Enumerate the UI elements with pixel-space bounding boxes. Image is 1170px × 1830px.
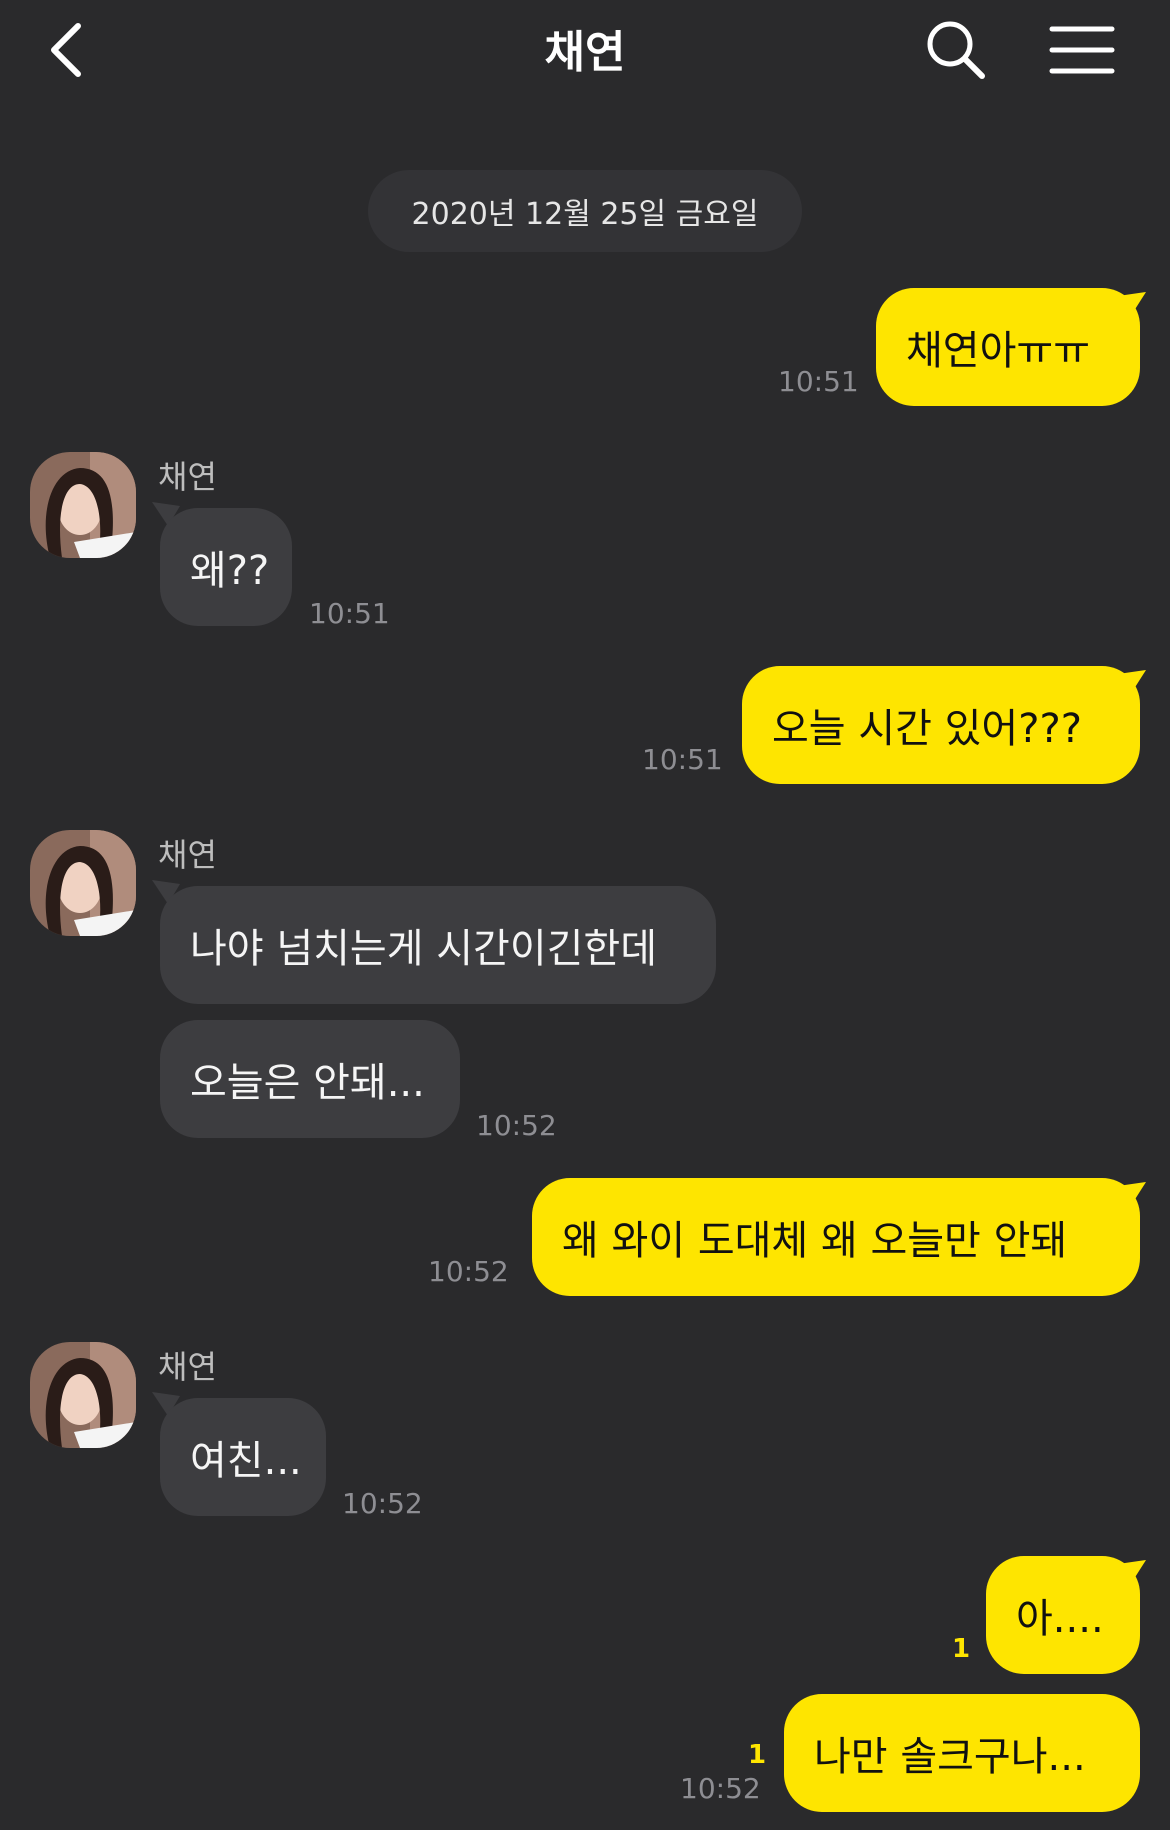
bubble-tail [1118, 1182, 1146, 1204]
hamburger-menu-icon [1049, 26, 1115, 74]
menu-button[interactable] [1048, 24, 1116, 76]
message-text: 오늘 시간 있어??? [772, 706, 1082, 752]
their-message-bubble[interactable]: 오늘은 안돼... [160, 1020, 460, 1138]
message-time: 10:51 [778, 365, 859, 398]
search-button[interactable] [924, 18, 988, 82]
sender-name: 채연 [158, 1348, 217, 1386]
my-message-bubble[interactable]: 아.... [986, 1556, 1140, 1674]
message-text: 채연아ㅠㅠ [906, 328, 1090, 374]
message-time: 10:52 [680, 1772, 761, 1805]
message-text: 왜?? [190, 548, 270, 594]
unread-count: 1 [748, 1740, 767, 1770]
my-message-bubble[interactable]: 채연아ㅠㅠ [876, 288, 1140, 406]
date-divider: 2020년 12월 25일 금요일 [368, 170, 802, 252]
message-time: 10:52 [428, 1255, 509, 1288]
their-message-bubble[interactable]: 왜?? [160, 508, 292, 626]
bubble-tail [1118, 1560, 1146, 1582]
message-time: 10:52 [476, 1109, 557, 1142]
chat-header: 채연 [0, 0, 1170, 110]
avatar[interactable] [30, 830, 136, 936]
avatar[interactable] [30, 1342, 136, 1448]
profile-photo-icon [30, 830, 136, 936]
message-text: 나야 넘치는게 시간이긴한데 [190, 926, 658, 972]
profile-photo-icon [30, 1342, 136, 1448]
message-time: 10:52 [342, 1487, 423, 1520]
message-text: 여친... [190, 1438, 302, 1484]
search-icon [927, 21, 985, 79]
my-message-bubble[interactable]: 왜 와이 도대체 왜 오늘만 안돼 [532, 1178, 1140, 1296]
message-text: 오늘은 안돼... [190, 1060, 425, 1106]
bubble-tail [1118, 670, 1146, 692]
unread-count: 1 [952, 1634, 971, 1664]
message-time: 10:51 [642, 743, 723, 776]
their-message-bubble[interactable]: 여친... [160, 1398, 326, 1516]
their-message-bubble[interactable]: 나야 넘치는게 시간이긴한데 [160, 886, 716, 1004]
my-message-bubble[interactable]: 오늘 시간 있어??? [742, 666, 1140, 784]
bubble-tail [1118, 292, 1146, 314]
avatar[interactable] [30, 452, 136, 558]
my-message-bubble[interactable]: 나만 솔크구나... [784, 1694, 1140, 1812]
sender-name: 채연 [158, 458, 217, 496]
message-time: 10:51 [309, 597, 390, 630]
chat-title: 채연 [544, 27, 626, 78]
sender-name: 채연 [158, 836, 217, 874]
message-text: 아.... [1016, 1596, 1104, 1642]
message-text: 왜 와이 도대체 왜 오늘만 안돼 [562, 1218, 1068, 1264]
message-text: 나만 솔크구나... [814, 1734, 1086, 1780]
profile-photo-icon [30, 452, 136, 558]
